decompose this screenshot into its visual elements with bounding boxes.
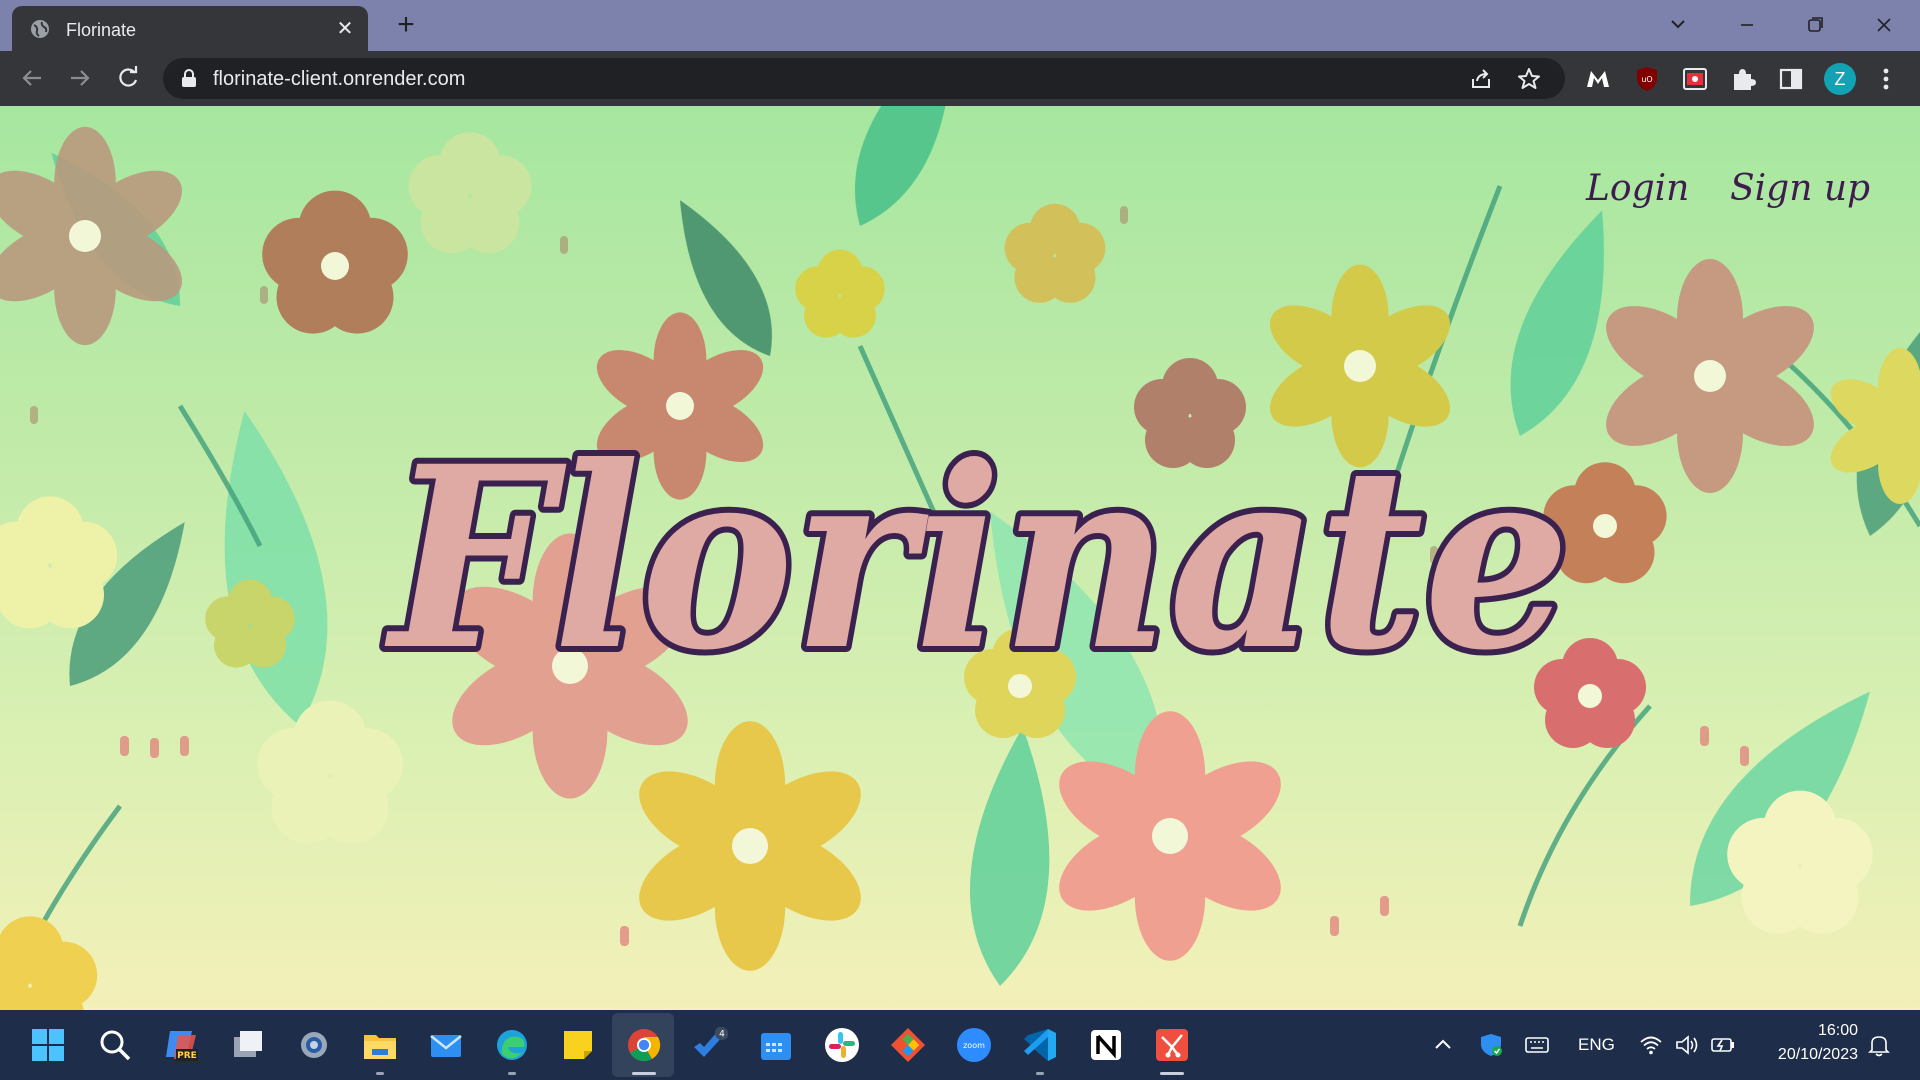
restore-icon[interactable] (1797, 10, 1833, 40)
todo-badge: 4 (719, 1030, 725, 1040)
hero-title: Florinate (378, 405, 1576, 706)
page-viewport: Login Sign up Florinate (0, 106, 1920, 1010)
back-arrow-icon[interactable] (17, 63, 47, 93)
copilot-pre-label: PRE (177, 1051, 197, 1061)
git-icon[interactable] (890, 1027, 926, 1063)
browser-tab[interactable]: Florinate ✕ (12, 6, 368, 51)
running-indicator-explorer (376, 1072, 384, 1075)
ublock-origin-icon[interactable]: uO (1633, 65, 1661, 93)
running-indicator-snipping (1160, 1072, 1184, 1075)
touch-keyboard-icon[interactable] (1524, 1032, 1550, 1058)
edge-icon[interactable] (494, 1027, 530, 1063)
running-indicator-edge (508, 1072, 516, 1075)
clock-time[interactable]: 16:00 (1762, 1022, 1858, 1040)
login-link[interactable]: Login (1586, 168, 1689, 209)
file-explorer-icon[interactable] (362, 1027, 398, 1063)
minimize-icon[interactable] (1729, 10, 1765, 40)
reload-icon[interactable] (113, 63, 143, 93)
lock-icon[interactable] (181, 69, 197, 87)
zoom-icon[interactable]: zoom (956, 1027, 992, 1063)
address-bar[interactable]: florinate-client.onrender.com (163, 58, 1565, 99)
tab-strip: Florinate ✕ + (0, 0, 1920, 51)
chrome-icon[interactable] (626, 1027, 662, 1063)
tab-search-chevron-icon[interactable] (1660, 10, 1696, 40)
wifi-icon[interactable] (1638, 1032, 1664, 1058)
running-indicator-vscode (1036, 1072, 1044, 1075)
extensions-puzzle-icon[interactable] (1729, 65, 1757, 93)
volume-icon[interactable] (1674, 1032, 1700, 1058)
todo-icon[interactable]: 4 (692, 1027, 728, 1063)
profile-avatar[interactable]: Z (1824, 63, 1856, 95)
clock-date[interactable]: 20/10/2023 (1752, 1046, 1858, 1064)
screen-recorder-extension-icon[interactable] (1681, 65, 1709, 93)
task-view-icon[interactable] (230, 1027, 266, 1063)
sticky-notes-icon[interactable] (560, 1027, 596, 1063)
copilot-pre-icon[interactable]: PRE (164, 1027, 200, 1063)
slack-icon[interactable] (824, 1027, 860, 1063)
new-tab-button[interactable]: + (392, 10, 420, 40)
input-language[interactable]: ENG (1578, 1035, 1615, 1055)
close-window-icon[interactable] (1866, 10, 1902, 40)
windows-security-icon[interactable] (1478, 1032, 1504, 1058)
show-hidden-icons-chevron-icon[interactable] (1430, 1032, 1456, 1058)
vscode-icon[interactable] (1022, 1027, 1058, 1063)
url-text[interactable]: florinate-client.onrender.com (213, 68, 465, 91)
side-panel-icon[interactable] (1777, 65, 1805, 93)
mail-icon[interactable] (428, 1027, 464, 1063)
bookmark-star-icon[interactable] (1517, 67, 1541, 91)
kebab-menu-icon[interactable] (1876, 65, 1896, 93)
zoom-label: zoom (963, 1041, 985, 1050)
settings-icon[interactable] (296, 1027, 332, 1063)
browser-toolbar: florinate-client.onrender.com uO Z (0, 51, 1920, 106)
tab-title: Florinate (66, 20, 137, 40)
running-indicator-chrome (632, 1072, 656, 1075)
search-icon[interactable] (97, 1027, 133, 1063)
signup-link[interactable]: Sign up (1730, 168, 1870, 209)
notification-bell-icon[interactable] (1866, 1032, 1892, 1058)
windows-taskbar: PRE 4 zoom ENG 16:00 20/10/2023 (0, 1010, 1920, 1080)
svg-text:uO: uO (1641, 75, 1652, 84)
forward-arrow-icon[interactable] (65, 63, 95, 93)
calendar-icon[interactable] (758, 1027, 794, 1063)
notion-icon[interactable] (1088, 1027, 1124, 1063)
tab-close-icon[interactable]: ✕ (334, 18, 356, 40)
share-icon[interactable] (1469, 67, 1493, 91)
globe-icon (31, 20, 49, 38)
start-icon[interactable] (30, 1027, 66, 1063)
mega-extension-icon[interactable] (1584, 65, 1612, 93)
hero-title-text: Florinate (384, 411, 1570, 705)
snipping-tool-icon[interactable] (1154, 1027, 1190, 1063)
battery-charging-icon[interactable] (1710, 1032, 1736, 1058)
